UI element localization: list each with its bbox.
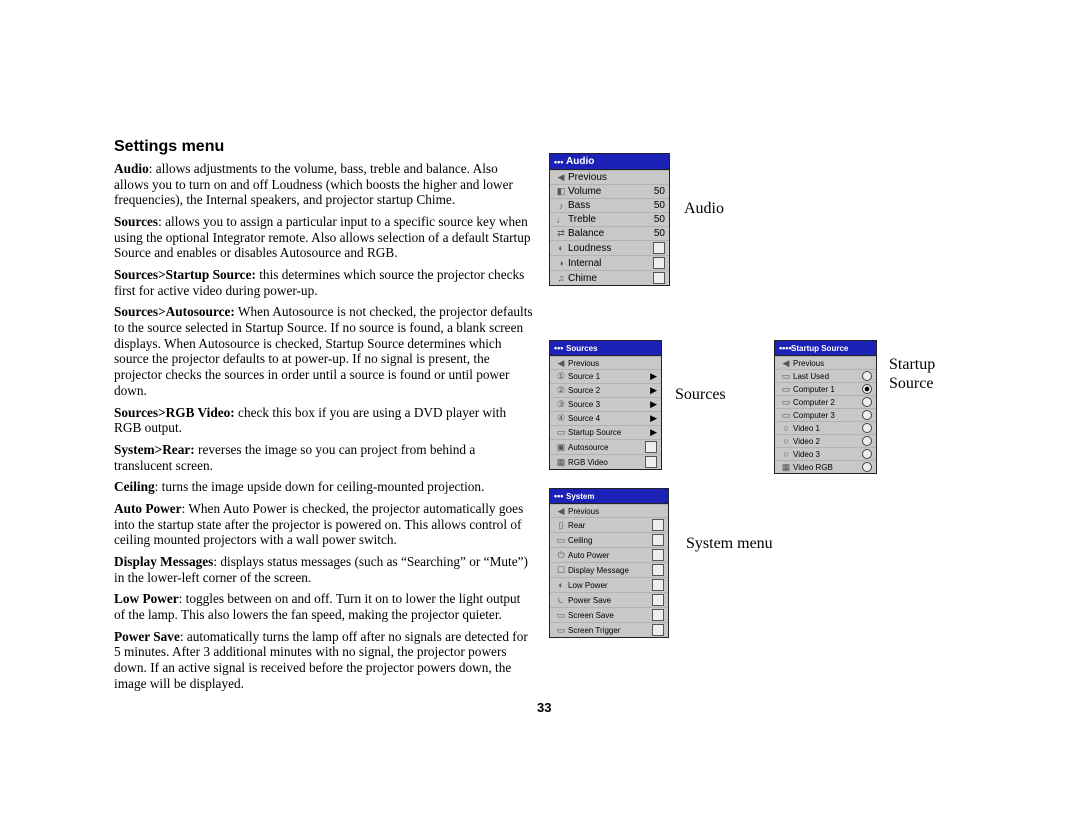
menu-row: ▦Video RGB <box>775 460 876 473</box>
menu-row: ◐Loudness <box>550 240 669 255</box>
row-icon: ☐ <box>554 565 568 575</box>
row-icon: ▯ <box>554 520 568 530</box>
row-icon: ① <box>554 372 568 382</box>
page-heading: Settings menu <box>114 138 534 157</box>
menu-row: ▭Computer 1 <box>775 382 876 395</box>
paragraph: Sources>Autosource: When Autosource is n… <box>114 304 534 398</box>
startup-source-menu: ••••Startup Source◀Previous▭Last Used▭Co… <box>774 340 877 474</box>
row-icon: ▭ <box>779 371 793 381</box>
page-number: 33 <box>537 700 551 715</box>
row-icon: ▭ <box>779 397 793 407</box>
row-icon: ▭ <box>779 410 793 420</box>
paragraph: Sources: allows you to assign a particul… <box>114 214 534 261</box>
paragraph: Sources>RGB Video: check this box if you… <box>114 405 534 436</box>
menu-row: ☐Display Message <box>550 562 668 577</box>
paragraph: Auto Power: When Auto Power is checked, … <box>114 501 534 548</box>
menu-row: ④Source 4▶ <box>550 411 661 425</box>
menu-row: ▭Last Used <box>775 369 876 382</box>
menu-row: ◐Low Power <box>550 577 668 592</box>
body-text: Settings menu Audio: allows adjustments … <box>114 138 534 698</box>
row-icon: ◐ <box>554 580 568 590</box>
caption-audio: Audio <box>684 200 724 218</box>
menu-row: ⏾Power Save <box>550 592 668 607</box>
row-icon: ◀ <box>554 506 568 516</box>
row-icon: ◐ <box>554 243 568 253</box>
menu-row: ②Source 2▶ <box>550 383 661 397</box>
paragraph: Power Save: automatically turns the lamp… <box>114 629 534 692</box>
row-icon: ▦ <box>779 462 793 472</box>
row-icon: ⏾ <box>554 595 568 605</box>
row-icon: ② <box>554 386 568 396</box>
row-icon: ▭ <box>554 428 568 438</box>
menu-row: ○Video 3 <box>775 447 876 460</box>
menu-row: ▣Autosource <box>550 439 661 454</box>
menu-row: ♪Bass50 <box>550 198 669 212</box>
row-icon: ④ <box>554 414 568 424</box>
menu-row: ◀Previous <box>550 504 668 517</box>
menu-row: ♫Chime <box>550 270 669 285</box>
system-menu: •••System◀Previous▯Rear▭Ceiling⏻Auto Pow… <box>549 488 669 638</box>
paragraph: System>Rear: reverses the image so you c… <box>114 442 534 473</box>
menu-row: ①Source 1▶ <box>550 369 661 383</box>
row-icon: ◑ <box>554 258 568 268</box>
paragraph: Low Power: toggles between on and off. T… <box>114 591 534 622</box>
paragraph: Display Messages: displays status messag… <box>114 554 534 585</box>
row-icon: ○ <box>779 449 793 459</box>
caption-startup: Startup Source <box>889 355 939 393</box>
menu-row: ◀Previous <box>550 356 661 369</box>
caption-system: System menu <box>686 535 773 553</box>
row-icon: ▭ <box>554 625 568 635</box>
paragraph: Ceiling: turns the image upside down for… <box>114 479 534 495</box>
menu-row: ⏻Auto Power <box>550 547 668 562</box>
row-icon: ▭ <box>554 535 568 545</box>
row-icon: ▣ <box>554 442 568 452</box>
row-icon: ◀ <box>554 173 568 183</box>
row-icon: ③ <box>554 400 568 410</box>
row-icon: ⇄ <box>554 229 568 239</box>
menu-row: ♩Treble50 <box>550 212 669 226</box>
row-icon: ♩ <box>554 215 568 225</box>
caption-sources: Sources <box>675 386 726 404</box>
paragraph: Sources>Startup Source: this determines … <box>114 267 534 298</box>
menu-row: ▭Screen Trigger <box>550 622 668 637</box>
row-icon: ▭ <box>554 610 568 620</box>
menu-row: ○Video 2 <box>775 434 876 447</box>
row-icon: ○ <box>779 436 793 446</box>
menu-row: ◑Internal <box>550 255 669 270</box>
menu-row: ○Video 1 <box>775 421 876 434</box>
menu-row: ▭Computer 3 <box>775 408 876 421</box>
paragraph: Audio: allows adjustments to the volume,… <box>114 161 534 208</box>
menu-row: ◧Volume50 <box>550 184 669 198</box>
row-icon: ♪ <box>554 201 568 211</box>
menu-row: ▭Screen Save <box>550 607 668 622</box>
row-icon: ▭ <box>779 384 793 394</box>
menu-row: ③Source 3▶ <box>550 397 661 411</box>
menu-row: ◀Previous <box>550 170 669 184</box>
row-icon: ▦ <box>554 457 568 467</box>
sources-menu: •••Sources◀Previous①Source 1▶②Source 2▶③… <box>549 340 662 470</box>
row-icon: ◧ <box>554 187 568 197</box>
menu-row: ▦RGB Video <box>550 454 661 469</box>
row-icon: ⏻ <box>554 550 568 560</box>
menu-row: ▭Startup Source▶ <box>550 425 661 439</box>
row-icon: ○ <box>779 423 793 433</box>
menu-row: ▭Computer 2 <box>775 395 876 408</box>
menu-row: ⇄Balance50 <box>550 226 669 240</box>
menu-row: ▯Rear <box>550 517 668 532</box>
menu-row: ▭Ceiling <box>550 532 668 547</box>
row-icon: ◀ <box>554 358 568 368</box>
audio-menu: •••Audio◀Previous◧Volume50♪Bass50♩Treble… <box>549 153 670 286</box>
row-icon: ♫ <box>554 273 568 283</box>
row-icon: ◀ <box>779 358 793 368</box>
menu-row: ◀Previous <box>775 356 876 369</box>
